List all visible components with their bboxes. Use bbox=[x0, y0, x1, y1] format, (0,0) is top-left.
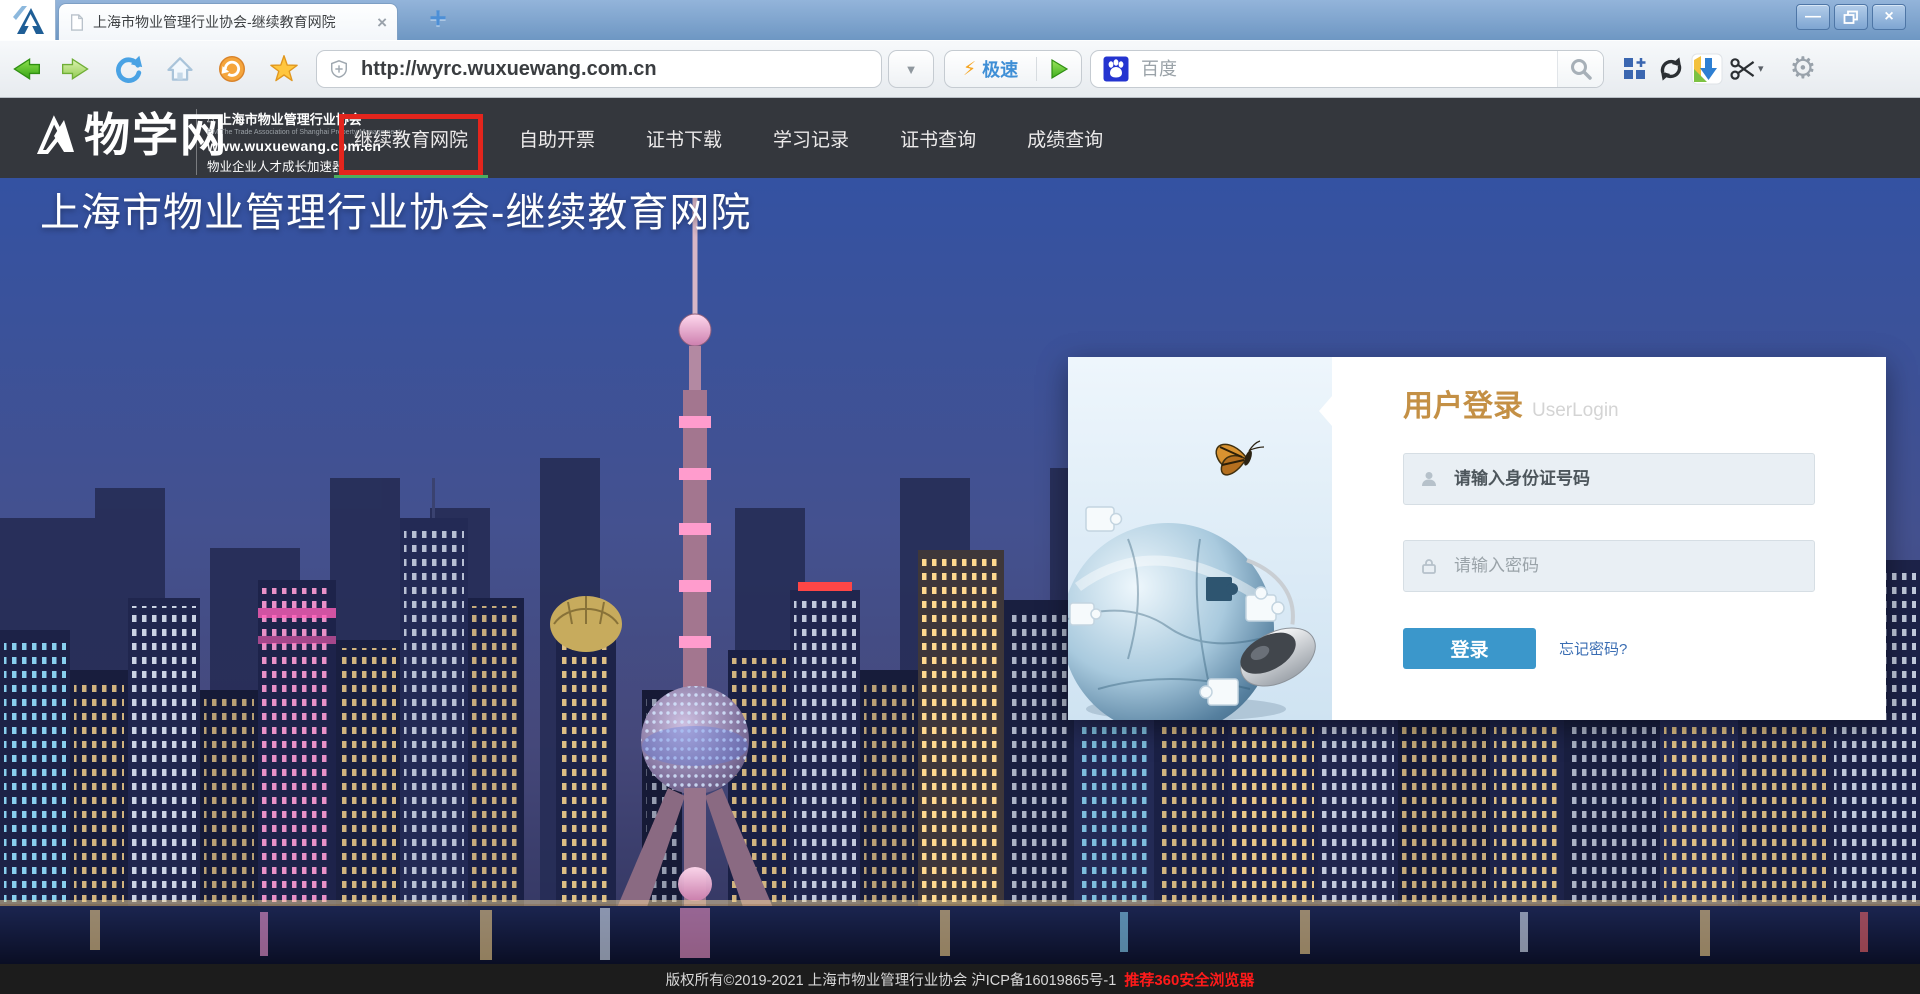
speed-mode-button[interactable]: ⚡ 极速 bbox=[945, 56, 1036, 82]
sync-button[interactable] bbox=[1654, 52, 1688, 86]
nav-item-certificate-query[interactable]: 证书查询 bbox=[898, 119, 978, 158]
download-icon bbox=[1691, 53, 1723, 85]
copyright-text: 版权所有©2019-2021 上海市物业管理行业协会 沪ICP备16019865… bbox=[666, 969, 1117, 990]
main-nav: 继续教育网院 自助开票 证书下载 学习记录 证书查询 成绩查询 bbox=[352, 98, 1105, 178]
login-title-en: UserLogin bbox=[1532, 400, 1619, 422]
window-controls: — × bbox=[1796, 4, 1906, 30]
login-form: 用户登录 UserLogin 登录 忘记密码? bbox=[1332, 357, 1886, 720]
nav-item-score-query[interactable]: 成绩查询 bbox=[1025, 119, 1105, 158]
lock-icon bbox=[1420, 557, 1438, 575]
close-window-button[interactable]: × bbox=[1872, 4, 1906, 30]
tab-close-icon[interactable]: × bbox=[377, 14, 387, 31]
search-input[interactable] bbox=[1139, 58, 1547, 81]
refresh-icon bbox=[111, 52, 145, 86]
browser-toolbar: ▼ ⚡ 极速 bbox=[0, 40, 1920, 98]
page-title: 上海市物业管理行业协会-继续教育网院 bbox=[40, 180, 751, 238]
restore-icon bbox=[1843, 10, 1859, 24]
hero-section: 上海市物业管理行业协会-继续教育网院 bbox=[0, 178, 1920, 964]
lightning-icon: ⚡ bbox=[963, 58, 976, 81]
speed-mode-control: ⚡ 极速 bbox=[944, 50, 1082, 88]
gear-icon: ⚙ bbox=[1790, 54, 1817, 84]
home-button[interactable] bbox=[160, 51, 200, 87]
nav-item-self-invoicing[interactable]: 自助开票 bbox=[517, 119, 597, 158]
star-icon bbox=[267, 53, 301, 86]
login-illustration bbox=[1068, 357, 1332, 720]
nav-label: 学习记录 bbox=[773, 130, 849, 151]
nav-item-certificate-download[interactable]: 证书下载 bbox=[644, 119, 724, 158]
speed-mode-label: 极速 bbox=[982, 56, 1018, 82]
nav-label: 证书下载 bbox=[646, 130, 722, 151]
forward-arrow-icon bbox=[59, 53, 93, 85]
browser-logo-icon[interactable] bbox=[0, 0, 56, 40]
restore-page-button[interactable] bbox=[212, 51, 252, 87]
app-grid-icon bbox=[1621, 55, 1649, 83]
user-icon bbox=[1420, 470, 1438, 488]
search-bar[interactable] bbox=[1090, 50, 1604, 88]
password-field[interactable] bbox=[1403, 540, 1815, 592]
menu-settings-button[interactable]: ⚙ bbox=[1786, 52, 1820, 86]
back-arrow-icon bbox=[9, 53, 43, 85]
nav-highlight-red-box bbox=[339, 114, 483, 175]
orange-history-icon bbox=[215, 52, 249, 86]
panel-notch bbox=[1319, 396, 1332, 426]
favorites-button[interactable] bbox=[264, 51, 304, 87]
site-footer: 版权所有©2019-2021 上海市物业管理行业协会 沪ICP备16019865… bbox=[0, 964, 1920, 994]
browser-tab-bar: 上海市物业管理行业协会-继续教育网院 × + — × bbox=[0, 0, 1920, 40]
id-number-field[interactable] bbox=[1403, 453, 1815, 505]
forward-button[interactable] bbox=[56, 51, 96, 87]
screenshot-button[interactable] bbox=[1726, 52, 1760, 86]
home-icon bbox=[163, 53, 197, 85]
login-panel: 用户登录 UserLogin 登录 忘记密码? bbox=[1068, 357, 1886, 720]
browser-recommendation-text: 推荐360安全浏览器 bbox=[1124, 969, 1254, 990]
url-input[interactable] bbox=[359, 57, 869, 82]
globe-puzzle-illustration bbox=[1068, 357, 1332, 720]
refresh-button[interactable] bbox=[108, 51, 148, 87]
play-icon bbox=[1048, 58, 1070, 80]
page-icon bbox=[69, 13, 85, 32]
apps-button[interactable] bbox=[1618, 52, 1652, 86]
butterfly-illustration bbox=[1216, 441, 1264, 475]
address-bar[interactable] bbox=[316, 50, 882, 88]
nav-label: 成绩查询 bbox=[1027, 130, 1103, 151]
login-button[interactable]: 登录 bbox=[1403, 628, 1536, 669]
nav-item-continuing-education[interactable]: 继续教育网院 bbox=[352, 119, 470, 158]
baidu-engine-icon bbox=[1103, 56, 1129, 82]
nav-item-study-records[interactable]: 学习记录 bbox=[771, 119, 851, 158]
screenshot-caret-icon[interactable]: ▾ bbox=[1758, 62, 1764, 75]
forgot-password-link[interactable]: 忘记密码? bbox=[1559, 638, 1627, 659]
new-tab-button[interactable]: + bbox=[420, 6, 456, 34]
wuxuewang-logomark bbox=[34, 114, 78, 156]
nav-label: 自助开票 bbox=[519, 130, 595, 151]
download-manager-button[interactable] bbox=[1690, 52, 1724, 86]
sync-arrows-icon bbox=[1656, 54, 1686, 84]
triangle-a-logo bbox=[10, 4, 46, 36]
site-header: 物学网 △ 上海市物业管理行业协会 P.M The Trade Associat… bbox=[0, 98, 1920, 178]
minimize-button[interactable]: — bbox=[1796, 4, 1830, 30]
back-button[interactable] bbox=[6, 51, 46, 87]
browser-tab[interactable]: 上海市物业管理行业协会-继续教育网院 × bbox=[58, 3, 398, 40]
tab-title: 上海市物业管理行业协会-继续教育网院 bbox=[93, 12, 345, 32]
id-number-input[interactable] bbox=[1452, 468, 1798, 490]
restore-button[interactable] bbox=[1834, 4, 1868, 30]
password-input[interactable] bbox=[1452, 555, 1798, 577]
go-button[interactable] bbox=[1037, 51, 1081, 87]
address-dropdown-button[interactable]: ▼ bbox=[888, 50, 934, 88]
magnifier-icon bbox=[1569, 57, 1593, 81]
scissors-icon bbox=[1728, 54, 1758, 84]
site-shield-icon bbox=[329, 58, 349, 80]
login-title: 用户登录 bbox=[1403, 381, 1523, 425]
nav-label: 证书查询 bbox=[900, 130, 976, 151]
search-submit-button[interactable] bbox=[1557, 51, 1603, 87]
small-triangle-icon: △ bbox=[207, 113, 215, 124]
